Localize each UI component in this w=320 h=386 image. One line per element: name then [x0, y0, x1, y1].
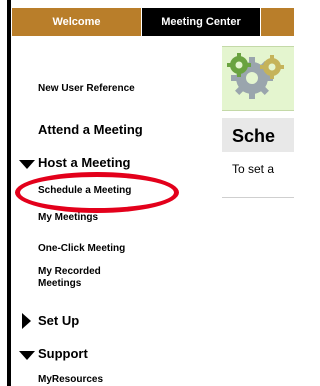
- main-content: Sche To set a: [195, 36, 294, 386]
- banner: [222, 46, 294, 111]
- tab-welcome-label: Welcome: [52, 16, 101, 28]
- page-heading-bar: Sche: [222, 118, 294, 152]
- sidebar-item-my-meetings[interactable]: My Meetings: [38, 212, 98, 223]
- sidebar-item-one-click-meeting[interactable]: One-Click Meeting: [38, 243, 125, 254]
- sidebar-item-my-recorded-meetings[interactable]: My Recorded Meetings: [38, 266, 138, 290]
- intro-text: To set a: [232, 162, 275, 176]
- sidebar-item-support[interactable]: Support: [38, 346, 88, 361]
- sidebar-item-set-up[interactable]: Set Up: [38, 313, 79, 328]
- page-title: Sche: [232, 126, 276, 146]
- intro-row: To set a: [222, 152, 294, 198]
- sidebar-item-host-a-meeting[interactable]: Host a Meeting: [38, 155, 130, 170]
- sidebar-item-myresources[interactable]: MyResources: [38, 374, 103, 385]
- top-navigation-bar: Welcome Meeting Center: [12, 0, 294, 36]
- tab-meeting-center-label: Meeting Center: [161, 16, 241, 28]
- tab-welcome[interactable]: Welcome: [12, 8, 141, 36]
- tab-meeting-center[interactable]: Meeting Center: [142, 8, 260, 36]
- gears-icon: [227, 53, 284, 99]
- sidebar-item-attend-a-meeting[interactable]: Attend a Meeting: [38, 122, 143, 137]
- content-area: [222, 198, 294, 386]
- sidebar-item-new-user-reference[interactable]: New User Reference: [38, 83, 135, 94]
- chevron-down-icon[interactable]: [19, 351, 35, 360]
- left-border: [7, 0, 11, 386]
- webex-meeting-center-page: Welcome Meeting Center New User Referenc…: [0, 0, 294, 386]
- highlight-annotation: [15, 172, 179, 213]
- tab-next[interactable]: [261, 8, 294, 36]
- chevron-down-icon[interactable]: [19, 160, 35, 169]
- chevron-right-icon[interactable]: [22, 313, 31, 329]
